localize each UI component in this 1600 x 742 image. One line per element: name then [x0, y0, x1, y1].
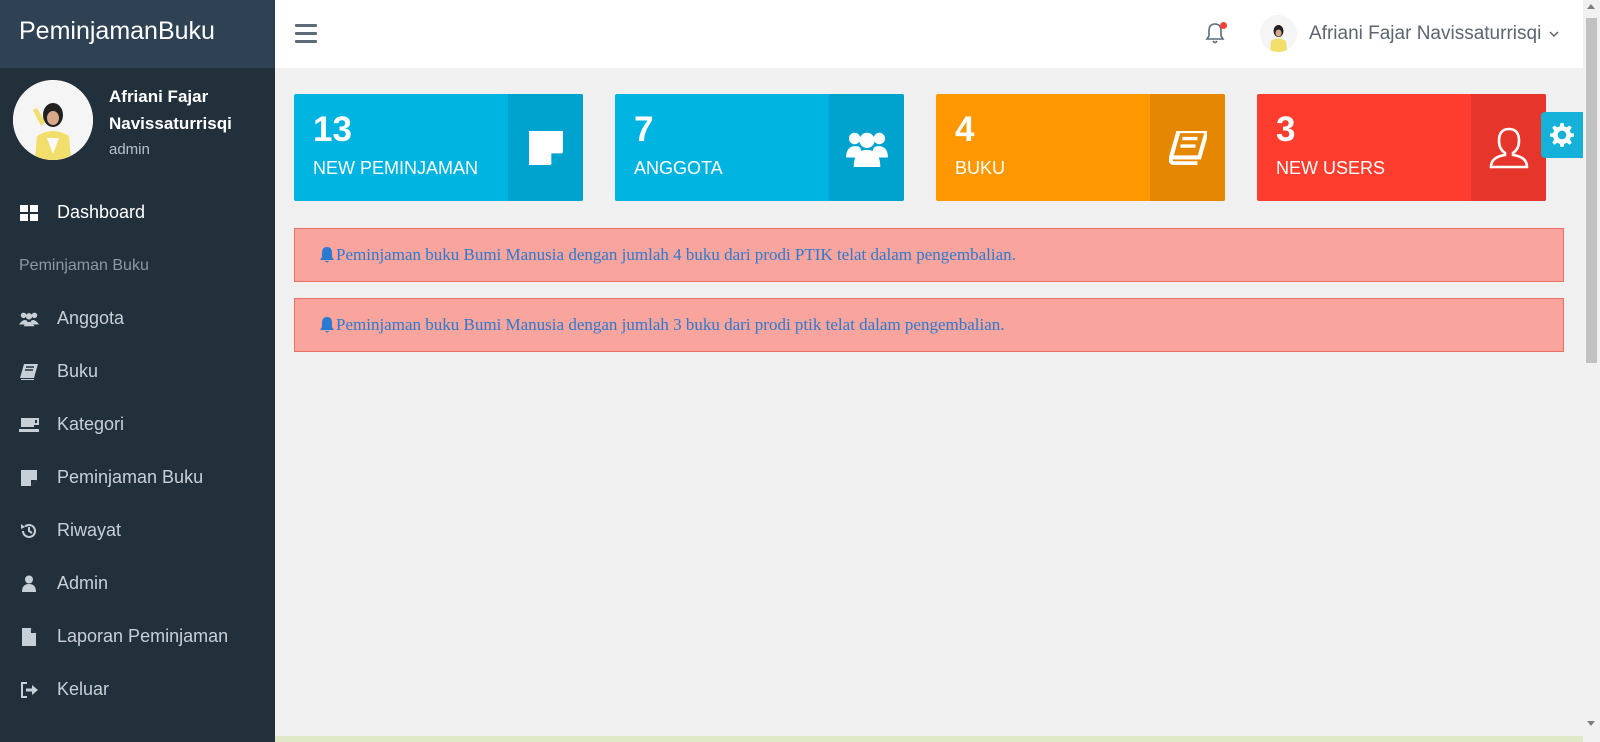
sidebar-item-riwayat[interactable]: Riwayat [0, 504, 275, 557]
stat-card-anggota[interactable]: 7 ANGGOTA [615, 94, 904, 201]
stat-label: NEW PEMINJAMAN [313, 158, 479, 178]
topbar: Afriani Fajar Navissaturrisqi [275, 0, 1583, 68]
notification-bell-icon[interactable] [1205, 22, 1227, 46]
overdue-alert: Peminjaman buku Bumi Manusia dengan juml… [294, 298, 1564, 352]
alert-text: Peminjaman buku Bumi Manusia dengan juml… [336, 315, 1005, 334]
overdue-alert: Peminjaman buku Bumi Manusia dengan juml… [294, 228, 1564, 282]
sidebar: PeminjamanBuku Afriani Fajar Navissaturr… [0, 0, 275, 742]
book-icon [19, 362, 39, 382]
brand-title[interactable]: PeminjamanBuku [0, 0, 275, 68]
history-icon [19, 521, 39, 541]
sidebar-item-keluar[interactable]: Keluar [0, 663, 275, 716]
nav-section-header: Peminjaman Buku [19, 256, 149, 274]
bell-icon [320, 247, 334, 263]
sidebar-item-label: Anggota [57, 308, 125, 328]
sticky-note-icon [19, 468, 39, 488]
profile-name: Afriani Fajar Navissaturrisqi [109, 87, 232, 133]
menu-toggle-icon[interactable] [295, 24, 317, 44]
scroll-down-icon[interactable] [1587, 721, 1595, 726]
avatar [1260, 15, 1297, 52]
page-scrollbar[interactable] [1583, 0, 1600, 742]
stat-value: 13 [313, 110, 352, 149]
stat-label: NEW USERS [1276, 158, 1386, 178]
bell-icon [320, 317, 334, 333]
sidebar-item-label: Peminjaman Buku [57, 467, 204, 487]
sidebar-item-label: Kategori [57, 414, 125, 434]
card-icon-panel [508, 94, 583, 201]
sidebar-item-label: Riwayat [57, 520, 122, 540]
sidebar-item-label: Admin [57, 573, 109, 593]
dashboard-icon [19, 203, 39, 223]
profile-role: admin [109, 141, 150, 158]
user-menu[interactable]: Afriani Fajar Navissaturrisqi [1260, 15, 1559, 52]
user-icon [19, 574, 39, 594]
sidebar-item-label: Dashboard [57, 202, 146, 222]
stat-card-new-users[interactable]: 3 NEW USERS [1257, 94, 1546, 201]
sidebar-item-peminjaman-buku[interactable]: Peminjaman Buku [0, 451, 275, 504]
chevron-down-icon [1549, 30, 1559, 37]
sidebar-item-dashboard[interactable]: Dashboard [0, 186, 275, 239]
notification-dot [1220, 22, 1227, 29]
users-icon [19, 309, 39, 329]
file-icon [19, 627, 39, 647]
bottom-strip [275, 736, 1583, 742]
sidebar-item-label: Keluar [57, 679, 110, 699]
sidebar-item-laporan-peminjaman[interactable]: Laporan Peminjaman [0, 610, 275, 663]
main-content: 13 NEW PEMINJAMAN 7 ANGGOTA 4 BUKU 3 NEW… [275, 68, 1583, 742]
stat-label: BUKU [955, 158, 1006, 178]
user-name: Afriani Fajar Navissaturrisqi [1309, 22, 1542, 44]
sidebar-item-kategori[interactable]: Kategori [0, 398, 275, 451]
sign-out-icon [19, 680, 39, 700]
stat-card-peminjaman[interactable]: 13 NEW PEMINJAMAN [294, 94, 583, 201]
profile-panel: Afriani Fajar Navissaturrisqi admin [0, 68, 275, 186]
sidebar-item-buku[interactable]: Buku [0, 345, 275, 398]
users-icon [845, 132, 888, 167]
sidebar-item-admin[interactable]: Admin [0, 557, 275, 610]
card-icon-panel [829, 94, 904, 201]
card-icon-panel [1471, 94, 1546, 201]
scroll-thumb[interactable] [1586, 18, 1597, 363]
user-outline-icon [1489, 127, 1528, 168]
avatar [13, 80, 93, 160]
alert-text: Peminjaman buku Bumi Manusia dengan juml… [336, 245, 1016, 264]
stat-card-buku[interactable]: 4 BUKU [936, 94, 1225, 201]
stat-label: ANGGOTA [634, 158, 723, 178]
sidebar-item-anggota[interactable]: Anggota [0, 292, 275, 345]
stat-value: 7 [634, 110, 654, 149]
card-icon-panel [1150, 94, 1225, 201]
settings-gear-icon[interactable] [1541, 112, 1583, 158]
sidebar-item-label: Buku [57, 361, 99, 381]
sticky-note-icon [528, 130, 563, 165]
sidebar-item-label: Laporan Peminjaman [57, 626, 229, 646]
scroll-up-icon[interactable] [1587, 4, 1595, 9]
book-icon [1168, 130, 1207, 165]
coffee-icon [19, 415, 39, 435]
stat-value: 4 [955, 110, 975, 149]
stat-value: 3 [1276, 110, 1296, 149]
